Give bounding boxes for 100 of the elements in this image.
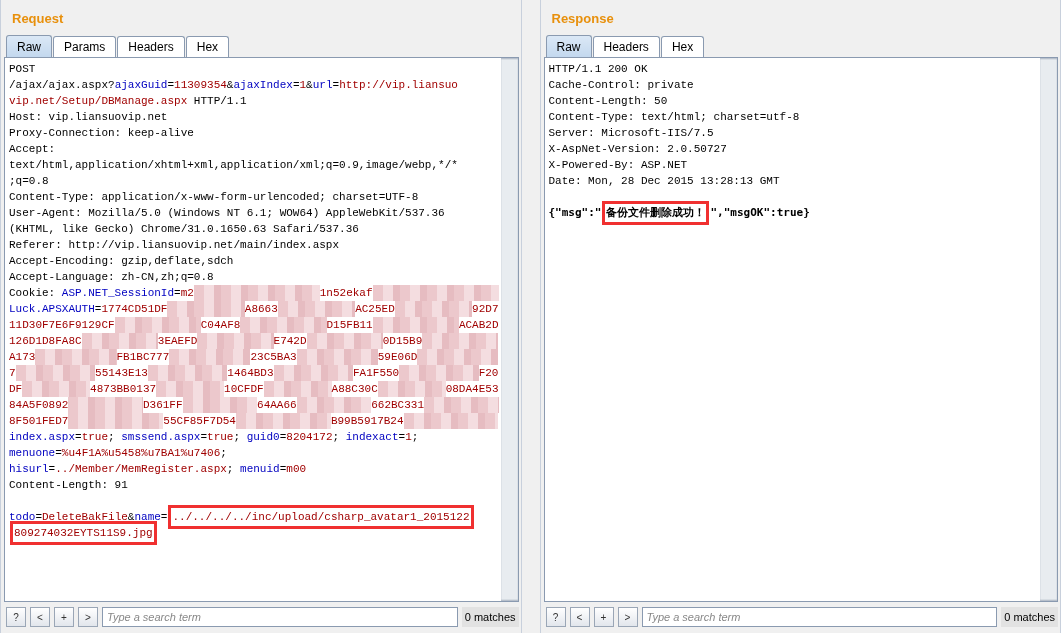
search-nav-button[interactable]: < (569, 607, 590, 627)
panel-title: Request (11, 10, 65, 28)
search-field[interactable]: Type a search term (641, 607, 998, 627)
code-text: = (48, 462, 56, 477)
tab[interactable]: Hex (660, 36, 705, 57)
search-field[interactable]: Type a search term (102, 607, 458, 627)
tab[interactable]: Raw (545, 35, 592, 57)
code-text: 59E06D (377, 350, 418, 365)
code-text: X-AspNet-Version: 2.0.50727 (548, 142, 727, 157)
code-text: url (312, 78, 333, 93)
tab[interactable]: Headers (592, 36, 660, 57)
code-text: (KHTML, like Gecko) Chrome/31.0.1650.63 Safari/537.36 (9, 222, 359, 237)
code-text: D361FF (142, 398, 183, 413)
code-text: ; (108, 430, 116, 445)
code-text: Date: Mon, 28 Dec 2015 13:28:13 GMT (548, 174, 780, 189)
tab[interactable]: Raw (6, 35, 52, 57)
code-text: B99B5917B24 (330, 414, 404, 429)
match-count: 0 matches (1001, 607, 1058, 627)
code-text: 126D1D8FA8C (9, 334, 82, 349)
code-text: 8204172 (286, 430, 333, 445)
code-text: DF (9, 382, 23, 397)
code-text: User-Agent: Mozilla/5.0 (Windows NT 6.1; WOW64) AppleWebKit/537.36 (9, 206, 445, 221)
code-text: & (127, 510, 135, 525)
code-text: HTTP/1.1 (192, 94, 247, 109)
code-text: FB1BC777 (116, 350, 170, 365)
code-text: todo (9, 510, 36, 525)
code-text: 1 (405, 430, 412, 445)
code-text: Accept-Encoding: gzip,deflate,sdch (9, 254, 234, 269)
code-text: DeleteBakFile (42, 510, 128, 525)
code-text: 7 (9, 366, 16, 381)
search-nav-button[interactable]: > (617, 607, 638, 627)
code-text: Accept: (9, 142, 56, 157)
code-text: ; (233, 430, 242, 445)
code-text: ASP.NET_SessionId (61, 286, 175, 301)
code-text: Cache-Control: private (548, 78, 694, 93)
code-text: POST (9, 62, 36, 77)
code-text: D15FB11 (326, 318, 373, 333)
code-text: AC25ED (355, 302, 395, 317)
code-text: 662BC331 (371, 398, 424, 413)
tab[interactable]: Hex (185, 36, 230, 57)
code-text: hisurl (9, 462, 49, 477)
code-text: 92D7 (472, 302, 499, 317)
code-text: ../Member/MemRegister.aspx (55, 462, 227, 477)
code-text: = (35, 510, 42, 525)
code-text: HTTP/1.1 200 OK (548, 62, 648, 77)
code-text: Luck.APSXAUTH (9, 302, 95, 317)
code-text: ajaxGuid (114, 78, 168, 93)
code-text: smssend.aspx (121, 430, 201, 445)
code-text: = (332, 78, 340, 93)
code-text: & (306, 78, 313, 93)
code-text: = (55, 446, 62, 461)
code-text: Content-Length: 91 (9, 478, 128, 493)
code-text: = (292, 78, 300, 93)
code-text: name (134, 510, 161, 525)
code-text: = (75, 430, 82, 445)
code-text: 55CF85F7D54 (163, 414, 236, 429)
code-text: guid0 (246, 430, 280, 445)
code-text: 08DA4E53 (445, 382, 499, 397)
search-nav-button[interactable]: + (54, 607, 74, 627)
code-text: 8F501FED7 (9, 414, 69, 429)
code-text: 3EAEFD (157, 334, 198, 349)
code-text: ;q=0.8 (9, 174, 49, 189)
code-text: Referer: http://vip.liansuovip.net/main/index.aspx (9, 238, 340, 253)
code-text: m2 (180, 286, 194, 301)
code-text: 4873BB0137 (90, 382, 157, 397)
code-text: 1 (299, 78, 307, 93)
code-text: /ajax/ajax.aspx? (9, 78, 115, 93)
tab[interactable]: Params (53, 36, 117, 57)
search-nav-button[interactable]: + (593, 607, 614, 627)
code-text: 1n52ekaf (319, 286, 373, 301)
code-text: index.aspx (9, 430, 75, 445)
code-text: m00 (286, 462, 307, 477)
code-text: = (398, 430, 406, 445)
code-text: A88C30C (331, 382, 378, 397)
code-text: {"msg":" (548, 205, 602, 221)
search-nav-button[interactable]: ? (545, 607, 566, 627)
code-text: 0D15B9 (382, 334, 423, 349)
code-text: http://vip.liansuo (339, 78, 458, 93)
search-nav-button[interactable]: ? (6, 607, 26, 627)
search-nav-button[interactable]: > (78, 607, 98, 627)
code-text: ACAB2D (458, 318, 499, 333)
code-text: = (174, 286, 181, 301)
tab[interactable]: Headers (117, 36, 185, 57)
code-text: ","msgOK":true} (710, 205, 810, 221)
code-text: ; (332, 430, 341, 445)
code-text: = (200, 430, 208, 445)
code-text: 11D30F7E6F9129CF (9, 318, 115, 333)
code-text: 11309354 (174, 78, 227, 93)
code-text: Content-Type: application/x-www-form-urlencoded; charset=UTF-8 (9, 190, 419, 205)
code-text: ajaxIndex (233, 78, 293, 93)
code-text: 10CFDF (224, 382, 264, 397)
code-text: Content-Length: 50 (548, 94, 668, 109)
code-text: indexact (345, 430, 399, 445)
code-text: = (94, 302, 102, 317)
code-text: 1464BD3 (227, 366, 274, 381)
code-text: 55143E13 (95, 366, 148, 381)
code-text: true (81, 430, 109, 445)
search-nav-button[interactable]: < (30, 607, 50, 627)
code-text: menuid (240, 462, 280, 477)
code-text: Proxy-Connection: keep-alive (9, 126, 194, 141)
